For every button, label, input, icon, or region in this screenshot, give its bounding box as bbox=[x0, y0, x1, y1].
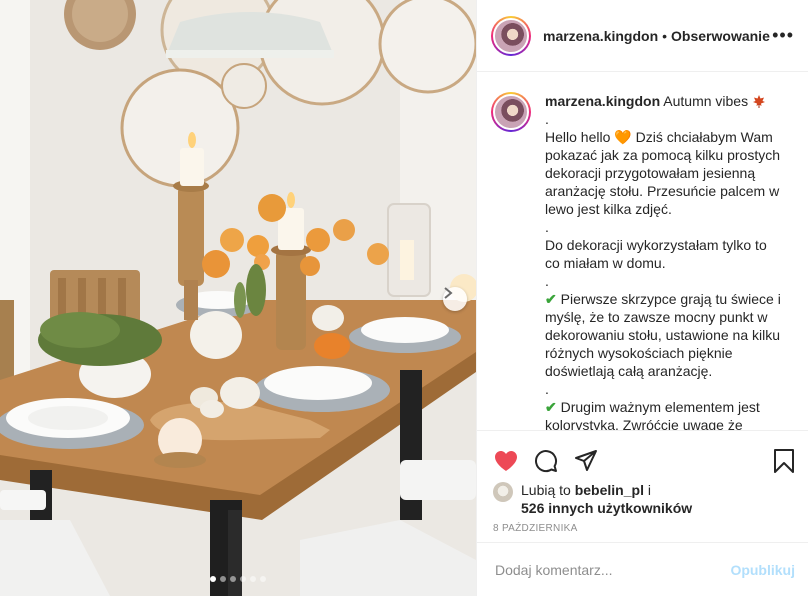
action-bar bbox=[477, 431, 808, 481]
liker-username[interactable]: bebelin_pl bbox=[575, 482, 644, 498]
carousel-dot bbox=[230, 576, 236, 582]
carousel-dot bbox=[250, 576, 256, 582]
following-button[interactable]: Obserwowanie bbox=[671, 28, 770, 44]
caption-line: kolorystyka. Zwróćcie uwagę że bbox=[545, 417, 743, 430]
carousel-dot bbox=[220, 576, 226, 582]
add-comment-form: Opublikuj bbox=[477, 542, 808, 596]
caption-line: Pierwsze skrzypce grają tu świece i myśl… bbox=[545, 291, 781, 379]
post-actions-area: Lubią to bebelin_pl i 526 innych użytkow… bbox=[477, 430, 808, 542]
post-details-panel: marzena.kingdon • Obserwowanie ••• marze… bbox=[476, 0, 808, 596]
publish-button[interactable]: Opublikuj bbox=[730, 562, 795, 578]
comment-button[interactable] bbox=[533, 448, 559, 474]
like-button[interactable] bbox=[493, 448, 519, 474]
comment-input[interactable] bbox=[495, 561, 731, 578]
caption-line: . bbox=[545, 219, 549, 235]
more-options-icon[interactable]: ••• bbox=[772, 25, 794, 46]
caption-line: . bbox=[545, 111, 549, 127]
caption-line: Hello hello bbox=[545, 129, 611, 145]
avatar[interactable] bbox=[491, 15, 531, 56]
caption-text: marzena.kingdon Autumn vibes . Hello hel… bbox=[545, 92, 781, 430]
comment-icon bbox=[535, 450, 558, 473]
author-username[interactable]: marzena.kingdon bbox=[543, 28, 658, 44]
caption-line: Do dekoracji wykorzystałam tylko to co m… bbox=[545, 237, 767, 271]
comments-section[interactable]: marzena.kingdon Autumn vibes . Hello hel… bbox=[477, 72, 808, 430]
likes-text: Lubią to bebelin_pl i 526 innych użytkow… bbox=[521, 481, 692, 517]
header-separator: • bbox=[662, 27, 668, 44]
bookmark-icon bbox=[774, 449, 794, 473]
orange-heart-icon: 🧡 bbox=[614, 129, 632, 145]
share-button[interactable] bbox=[573, 448, 599, 474]
likes-and: i bbox=[647, 482, 651, 498]
share-icon bbox=[575, 450, 597, 471]
likes-summary[interactable]: Lubią to bebelin_pl i 526 innych użytkow… bbox=[477, 481, 808, 517]
caption-line: Drugim ważnym elementem jest bbox=[560, 399, 760, 415]
post-caption: marzena.kingdon Autumn vibes . Hello hel… bbox=[491, 92, 795, 430]
carousel-dots bbox=[0, 576, 476, 582]
carousel-dot bbox=[260, 576, 266, 582]
likes-count[interactable]: 526 innych użytkowników bbox=[521, 500, 692, 516]
heart-icon bbox=[495, 451, 517, 471]
save-button[interactable] bbox=[771, 448, 797, 474]
post-date[interactable]: 8 PAŹDZIERNIKA bbox=[477, 517, 808, 534]
likes-prefix: Lubią to bbox=[521, 482, 571, 498]
post-header: marzena.kingdon • Obserwowanie ••• bbox=[477, 0, 808, 72]
caption-title: Autumn vibes bbox=[663, 93, 749, 109]
post-photo[interactable] bbox=[0, 0, 476, 596]
next-slide-button[interactable] bbox=[443, 287, 467, 311]
maple-leaf-icon bbox=[752, 95, 765, 108]
check-mark-icon: ✔ bbox=[545, 291, 557, 307]
caption-line: . bbox=[545, 273, 549, 289]
check-mark-icon: ✔ bbox=[545, 399, 557, 415]
caption-username[interactable]: marzena.kingdon bbox=[545, 93, 660, 109]
chevron-right-icon bbox=[444, 287, 453, 299]
table-setting-photo bbox=[0, 0, 476, 596]
caption-line: . bbox=[545, 381, 549, 397]
liker-avatar[interactable] bbox=[493, 482, 513, 502]
caption-avatar[interactable] bbox=[491, 92, 531, 132]
carousel-dot bbox=[210, 576, 216, 582]
carousel-dot bbox=[240, 576, 246, 582]
